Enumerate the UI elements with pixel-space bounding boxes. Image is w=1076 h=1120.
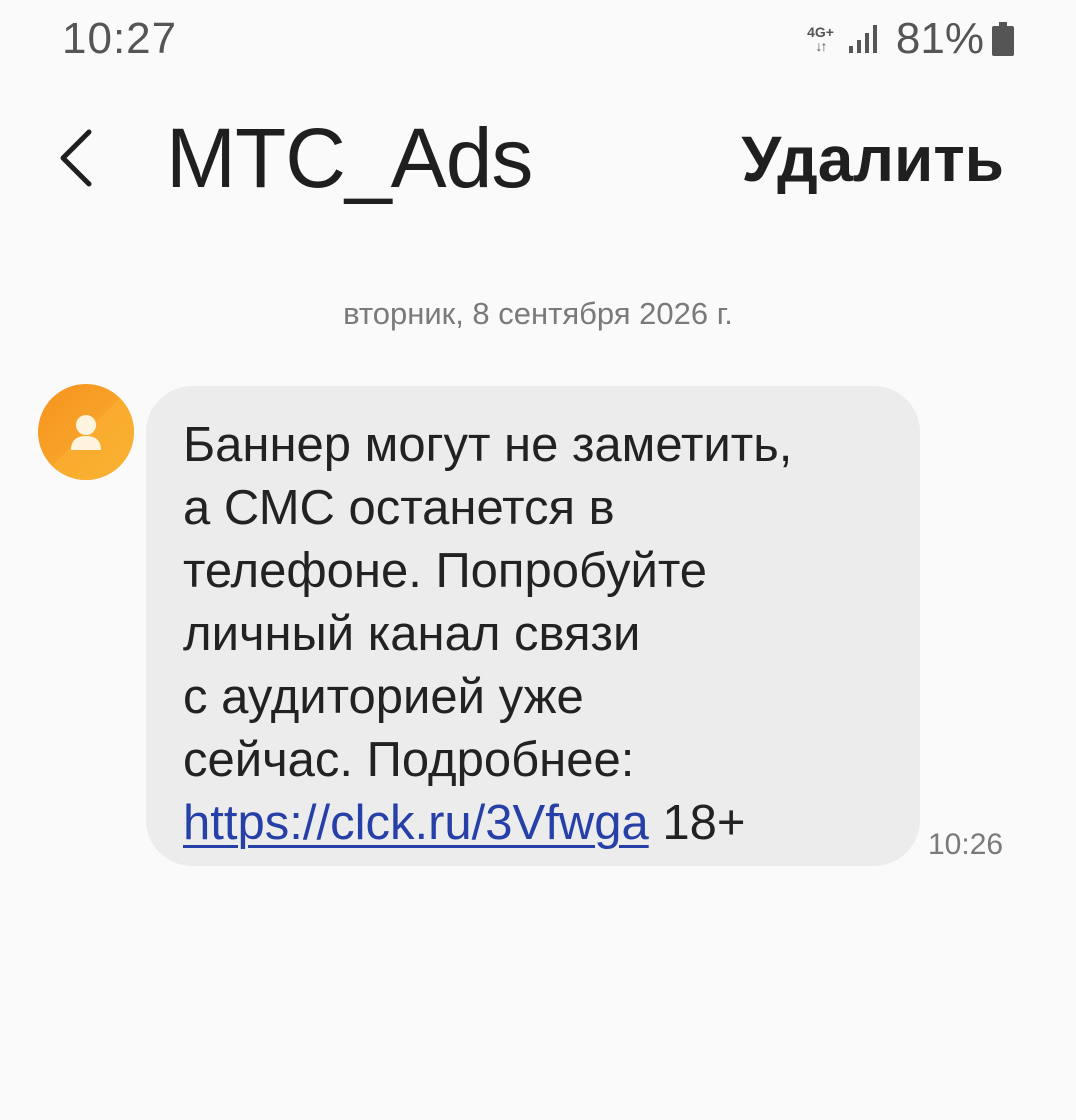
conversation-title: MTC_Ads	[166, 111, 533, 205]
message-bubble[interactable]: Баннер могут не заметить, а СМС останетс…	[146, 386, 920, 866]
network-type-label: 4G+	[807, 24, 834, 40]
contact-avatar[interactable]	[38, 384, 134, 480]
message-link[interactable]: https://clck.ru/3Vfwga	[183, 796, 649, 850]
back-button[interactable]	[40, 118, 110, 198]
chevron-left-icon	[60, 129, 92, 187]
message-body: Баннер могут не заметить, а СМС останетс…	[183, 418, 793, 787]
network-4g-icon: 4G+ ↓↑	[807, 25, 834, 53]
battery-percent: 81%	[895, 14, 984, 63]
message-text: Баннер могут не заметить, а СМС останетс…	[183, 414, 884, 855]
message-timestamp: 10:26	[928, 828, 1004, 861]
battery-icon	[992, 22, 1014, 56]
app-bar: MTC_Ads Удалить	[0, 100, 1076, 220]
signal-strength-icon	[848, 24, 882, 54]
status-icons: 4G+ ↓↑ 81%	[807, 14, 1014, 64]
data-arrows-icon: ↓↑	[815, 38, 827, 54]
message-age-rating: 18+	[648, 796, 746, 850]
status-time: 10:27	[62, 14, 178, 63]
delete-button[interactable]: Удалить	[741, 122, 1004, 196]
date-divider: вторник, 8 сентября 2026 г.	[343, 296, 733, 331]
person-icon	[38, 384, 134, 480]
status-bar: 10:27 4G+ ↓↑ 81%	[0, 0, 1076, 80]
